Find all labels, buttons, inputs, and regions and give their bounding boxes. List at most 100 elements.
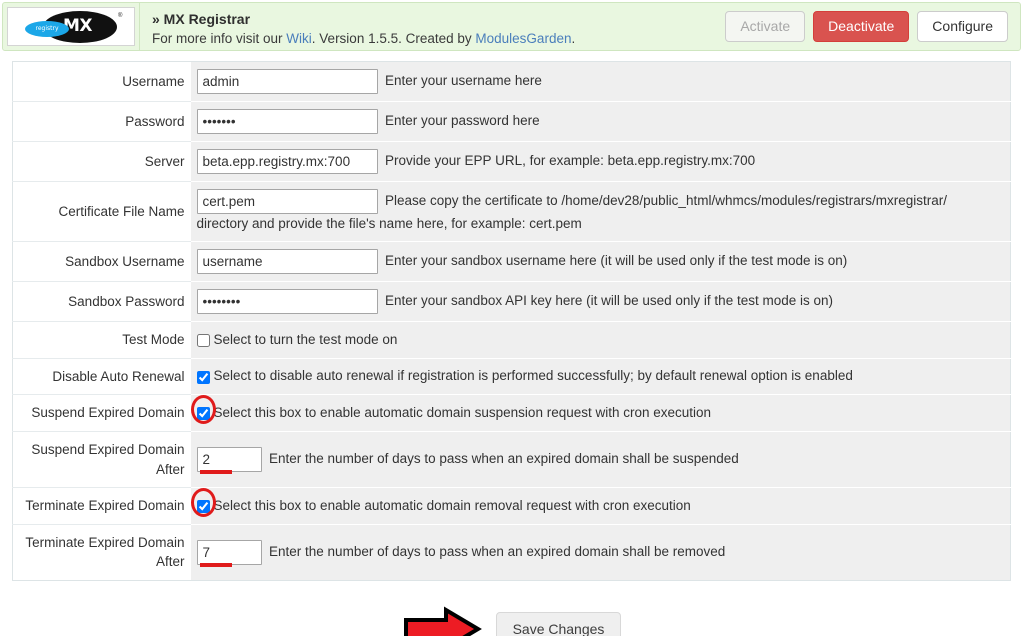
settings-row: Suspend Expired Domain Select this box to…	[12, 394, 1011, 432]
red-underline-annotation	[199, 562, 232, 567]
module-header-text: » MX Registrar For more info visit our W…	[139, 3, 725, 50]
settings-row: Password Enter your password here	[12, 101, 1011, 142]
settings-row-label: Username	[12, 61, 191, 102]
settings-text-input[interactable]	[196, 539, 262, 565]
checkbox-wrapper	[190, 395, 216, 425]
settings-row-label: Sandbox Password	[12, 281, 191, 323]
field-spacer	[378, 293, 386, 308]
settings-checkbox[interactable]	[196, 334, 210, 347]
settings-row: Server Provide your EPP URL, for example…	[12, 141, 1011, 182]
settings-row-label: Terminate Expired Domain	[12, 487, 191, 525]
settings-row-field: Enter your username here	[190, 61, 1011, 102]
field-spacer	[262, 451, 270, 466]
field-spacer	[378, 193, 386, 208]
settings-row-description: Enter your username here	[385, 73, 542, 89]
settings-text-input[interactable]	[196, 109, 378, 134]
settings-row: Terminate Expired Domain After Enter the…	[12, 524, 1011, 581]
settings-text-input[interactable]	[196, 189, 378, 214]
save-changes-button[interactable]: Save Changes	[495, 611, 622, 636]
input-wrapper	[196, 69, 378, 94]
settings-row-field: Select this box to enable automatic doma…	[190, 487, 1011, 525]
settings-row: Disable Auto Renewal Select to disable au…	[12, 358, 1011, 396]
settings-row-label: Disable Auto Renewal	[12, 358, 191, 396]
field-spacer	[378, 113, 386, 128]
settings-row-description: Select this box to enable automatic doma…	[213, 497, 691, 513]
settings-row-field: Enter your sandbox username here (it wil…	[190, 241, 1011, 283]
activate-button[interactable]: Activate	[725, 10, 806, 43]
subtitle-suffix: .	[571, 31, 576, 47]
settings-text-input[interactable]	[196, 69, 378, 94]
settings-row-field: Select this box to enable automatic doma…	[190, 394, 1011, 432]
checkbox-wrapper	[190, 487, 216, 517]
input-wrapper	[196, 289, 378, 315]
input-wrapper	[196, 109, 378, 134]
settings-checkbox[interactable]	[196, 407, 210, 421]
deactivate-button[interactable]: Deactivate	[813, 10, 910, 43]
settings-row-field: Select to turn the test mode on	[190, 321, 1011, 359]
settings-text-input[interactable]	[196, 249, 378, 275]
subtitle-prefix: For more info visit our	[152, 31, 287, 47]
settings-row-description: Enter your sandbox API key here (it will…	[385, 293, 833, 309]
settings-row-description: Provide your EPP URL, for example: beta.…	[385, 153, 756, 169]
settings-row-description: Select to disable auto renewal if regist…	[213, 368, 853, 384]
settings-row: Username Enter your username here	[12, 61, 1011, 102]
settings-text-input[interactable]	[196, 149, 378, 174]
settings-row-field: Enter your password here	[190, 101, 1011, 142]
settings-row: Terminate Expired Domain Select this box …	[12, 487, 1011, 525]
input-wrapper	[196, 149, 378, 174]
form-footer: Save Changes	[0, 606, 1023, 636]
settings-row: Sandbox Password Enter your sandbox API …	[12, 281, 1011, 323]
settings-checkbox[interactable]	[196, 499, 210, 513]
input-wrapper	[196, 249, 378, 275]
settings-row: Test Mode Select to turn the test mode on	[12, 321, 1011, 359]
settings-row-description: Enter the number of days to pass when an…	[269, 543, 726, 559]
field-spacer	[262, 544, 270, 559]
settings-row-description: Select this box to enable automatic doma…	[213, 404, 712, 420]
module-settings-table: Username Enter your username herePasswor…	[12, 61, 1011, 581]
settings-row-label: Suspend Expired Domain	[12, 394, 191, 432]
settings-row: Certificate File Name Please copy the ce…	[12, 181, 1011, 243]
settings-row-field: Enter your sandbox API key here (it will…	[190, 281, 1011, 323]
field-spacer	[378, 73, 386, 88]
subtitle-version: . Version 1.5.5. Created by	[311, 31, 476, 47]
settings-row-label: Terminate Expired Domain After	[12, 524, 191, 581]
right-arrow-annotation-icon	[403, 606, 482, 636]
settings-row-label: Password	[12, 101, 191, 142]
logo-trademark-icon: ®	[118, 12, 123, 19]
settings-row-description: Enter your password here	[385, 113, 540, 129]
module-header: .MX registry ® » MX Registrar For more i…	[2, 2, 1021, 51]
settings-row-label: Test Mode	[12, 321, 191, 359]
settings-section: Username Enter your username herePasswor…	[0, 51, 1023, 581]
modulesgarden-link[interactable]: ModulesGarden	[475, 31, 571, 46]
settings-text-input[interactable]	[196, 289, 378, 315]
settings-row-field: Select to disable auto renewal if regist…	[190, 358, 1011, 396]
logo-registry-badge: registry	[25, 20, 69, 37]
settings-row: Suspend Expired Domain After Enter the n…	[12, 431, 1011, 489]
settings-checkbox[interactable]	[196, 370, 210, 384]
settings-row-description: Enter your sandbox username here (it wil…	[385, 253, 848, 269]
settings-row-description: Select to turn the test mode on	[213, 331, 398, 347]
settings-row-label: Server	[12, 141, 191, 182]
input-wrapper	[196, 447, 262, 474]
module-action-buttons: Activate Deactivate Configure	[725, 3, 1020, 50]
logo-artwork: .MX registry ®	[17, 10, 125, 44]
settings-row-label: Sandbox Username	[12, 241, 191, 283]
settings-row-field: Please copy the certificate to /home/dev…	[190, 181, 1011, 243]
page-title: » MX Registrar	[152, 11, 251, 27]
module-subtitle: For more info visit our Wiki. Version 1.…	[152, 29, 725, 49]
input-wrapper	[196, 189, 378, 214]
settings-row-field: Enter the number of days to pass when an…	[190, 524, 1011, 581]
settings-row-field: Enter the number of days to pass when an…	[190, 431, 1011, 489]
settings-text-input[interactable]	[196, 447, 262, 472]
settings-row-field: Provide your EPP URL, for example: beta.…	[190, 141, 1011, 182]
settings-row-label: Suspend Expired Domain After	[12, 431, 191, 489]
wiki-link[interactable]: Wiki	[286, 31, 312, 46]
settings-row: Sandbox Username Enter your sandbox user…	[12, 241, 1011, 283]
settings-row-description: Enter the number of days to pass when an…	[269, 451, 739, 467]
field-spacer	[378, 153, 386, 168]
field-spacer	[378, 253, 386, 268]
input-wrapper	[196, 539, 262, 567]
configure-button[interactable]: Configure	[917, 10, 1008, 43]
checkbox-wrapper	[196, 330, 214, 350]
mx-registry-logo: .MX registry ®	[7, 7, 135, 46]
